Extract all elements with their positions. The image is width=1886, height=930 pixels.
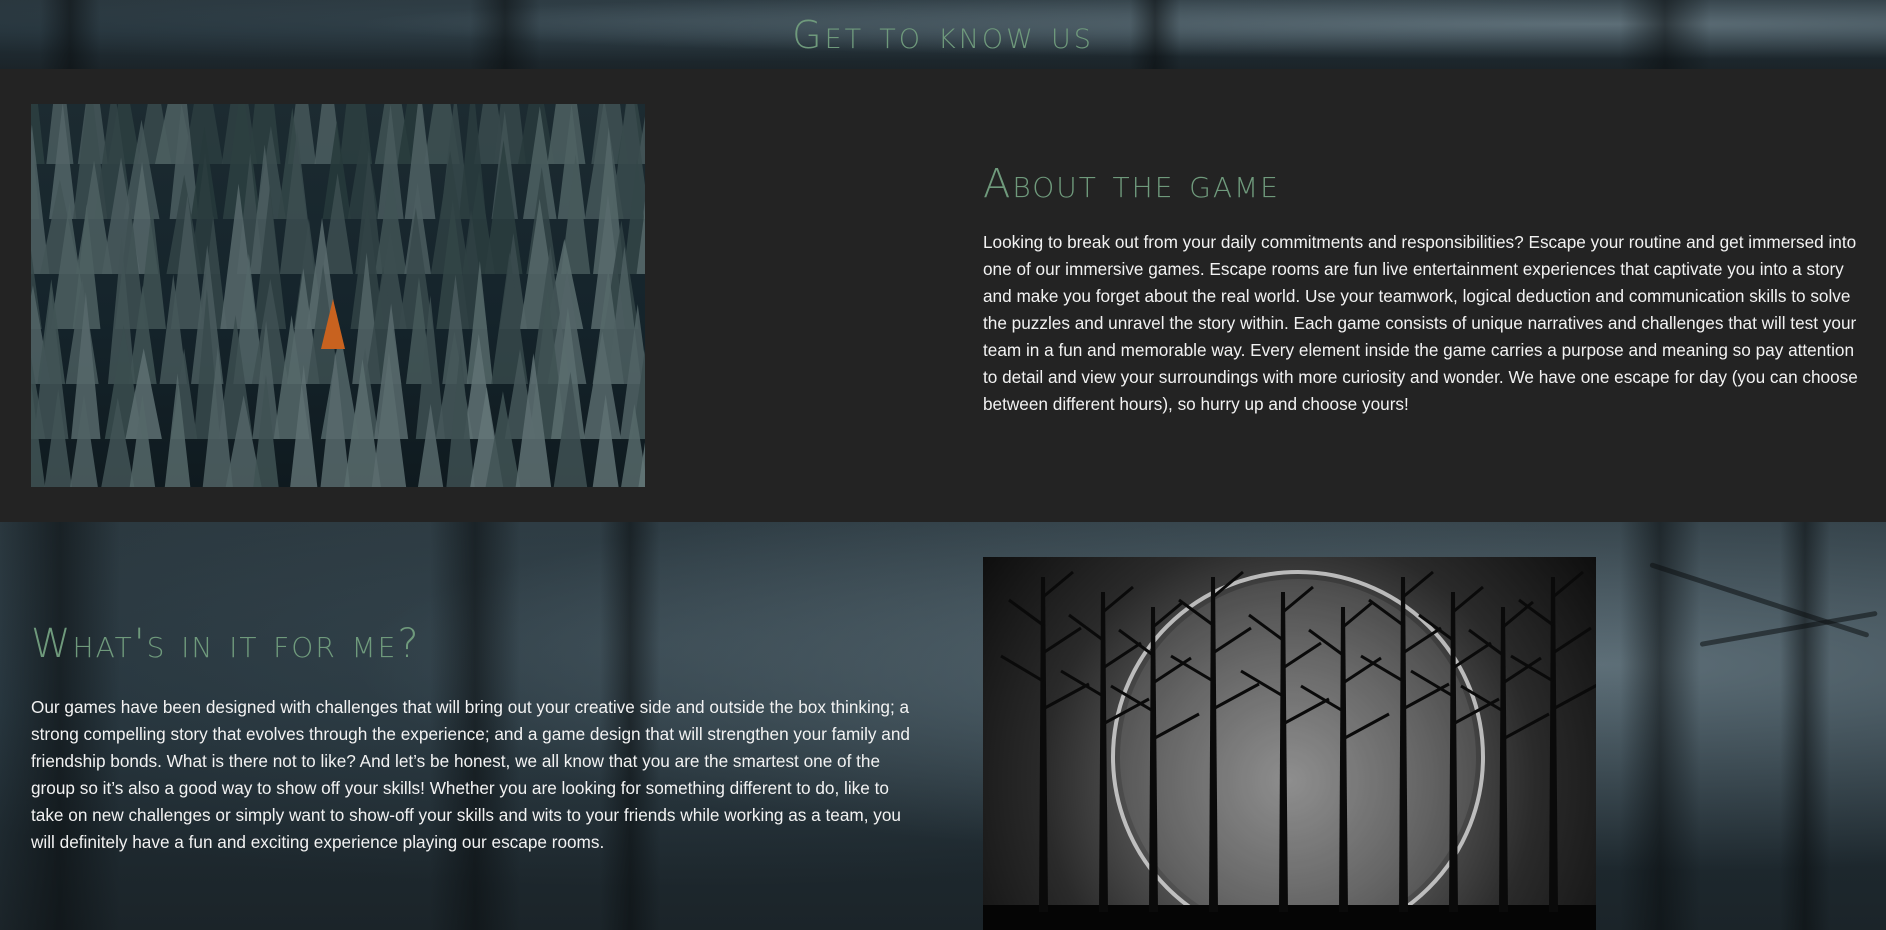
about-heading: About the game	[983, 161, 1280, 207]
about-text: Looking to break out from your daily com…	[983, 232, 1858, 414]
whats-in-it-heading: What's in it for me?	[31, 621, 421, 667]
about-section: About the game Looking to break out from…	[0, 69, 1886, 522]
pine-forest-image	[31, 104, 645, 487]
whats-in-it-section: What's in it for me? Our games have been…	[0, 522, 1886, 930]
moon-trees-image	[983, 557, 1596, 930]
page-section-title: Get to know us	[792, 12, 1094, 57]
whats-in-it-text: Our games have been designed with challe…	[31, 697, 910, 852]
